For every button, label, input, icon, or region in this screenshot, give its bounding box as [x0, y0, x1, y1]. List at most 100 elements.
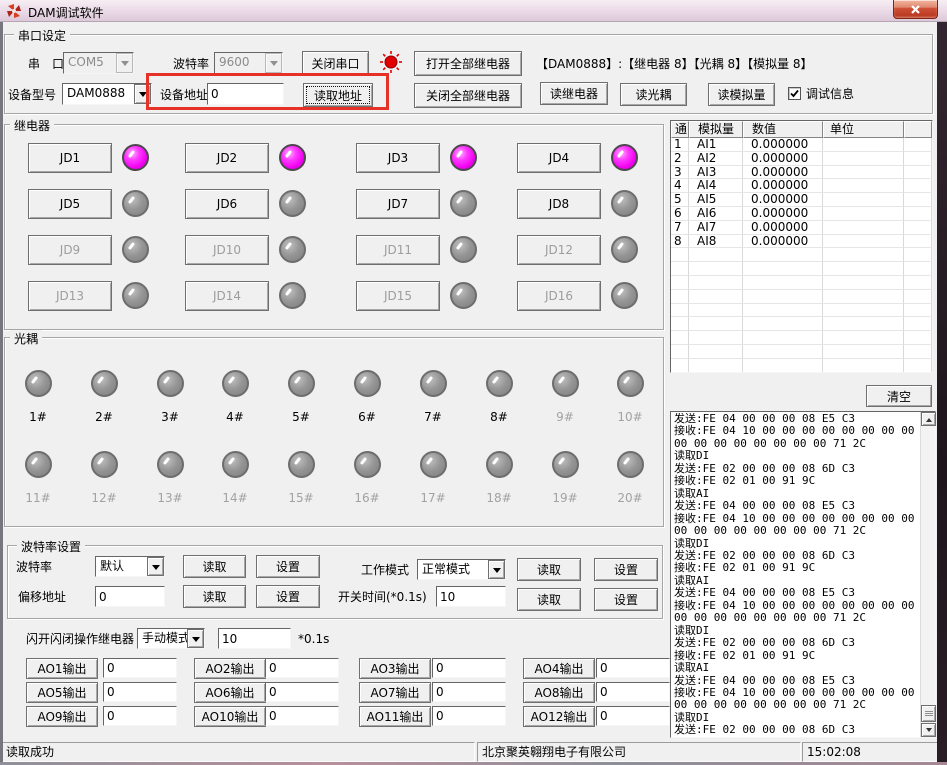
ao-output-button-6[interactable]: AO6输出 — [194, 682, 266, 703]
ao-output-input-4[interactable] — [596, 658, 670, 678]
open-all-relays-button[interactable]: 打开全部继电器 — [414, 51, 522, 76]
opto-led-14 — [222, 451, 249, 478]
analog-table-row[interactable]: 7AI70.000000 — [671, 221, 932, 235]
read-relays-button[interactable]: 读继电器 — [540, 82, 608, 105]
relay-button-jd2[interactable]: JD2 — [185, 143, 269, 173]
ao-output-button-7[interactable]: AO7输出 — [359, 682, 431, 703]
analog-table-row[interactable]: 8AI80.000000 — [671, 235, 932, 249]
device-model-select[interactable]: DAM0888 — [62, 83, 152, 105]
baud-set-select[interactable]: 默认 — [95, 556, 165, 577]
workmode-select[interactable]: 正常模式 — [417, 559, 506, 580]
ao-output-input-9[interactable] — [103, 706, 177, 726]
analog-table-row[interactable]: 5AI50.000000 — [671, 193, 932, 207]
ao-output-input-6[interactable] — [265, 682, 339, 702]
baud-set-button[interactable]: 设置 — [256, 555, 320, 578]
opto-led-18 — [486, 451, 513, 478]
scroll-thumb[interactable] — [921, 705, 936, 722]
log-scrollbar[interactable] — [920, 412, 935, 737]
analog-table-cell — [689, 248, 743, 262]
ao-output-button-11[interactable]: AO11输出 — [359, 706, 431, 727]
ao-output-button-4[interactable]: AO4输出 — [523, 658, 595, 679]
analog-table-empty-row — [671, 276, 932, 290]
ao-output-button-10[interactable]: AO10输出 — [194, 706, 266, 727]
workmode-label: 工作模式 — [361, 563, 409, 577]
relay-button-jd7[interactable]: JD7 — [356, 189, 440, 219]
ao-output-input-10[interactable] — [265, 706, 339, 726]
analog-table-cell — [689, 290, 743, 304]
ao-output-input-3[interactable] — [432, 658, 506, 678]
relay-button-jd15: JD15 — [356, 281, 440, 311]
flash-time-input[interactable] — [218, 628, 291, 649]
analog-table-cell — [823, 345, 904, 359]
analog-table-cell — [904, 248, 932, 262]
workmode-set-button[interactable]: 设置 — [594, 558, 658, 581]
relay-button-jd5[interactable]: JD5 — [28, 189, 112, 219]
clear-log-button[interactable]: 清空 — [866, 385, 932, 407]
opto-channel-label: 5# — [279, 410, 323, 424]
analog-table-row[interactable]: 1AI10.000000 — [671, 138, 932, 152]
analog-table-row[interactable]: 6AI60.000000 — [671, 207, 932, 221]
offset-address-input[interactable] — [95, 586, 165, 607]
flash-mode-select[interactable]: 手动模式 — [137, 628, 205, 649]
ao-output-button-1[interactable]: AO1输出 — [26, 658, 98, 679]
switch-time-set-button[interactable]: 设置 — [594, 588, 658, 611]
analog-table-row[interactable]: 3AI30.000000 — [671, 166, 932, 180]
ao-output-input-12[interactable] — [596, 706, 670, 726]
close-serial-button[interactable]: 关闭串口 — [302, 51, 369, 76]
ao-output-button-3[interactable]: AO3输出 — [359, 658, 431, 679]
ao-output-input-11[interactable] — [432, 706, 506, 726]
baud-read-button[interactable]: 读取 — [183, 555, 246, 578]
ao-output-input-1[interactable] — [103, 658, 177, 678]
relay-button-jd8[interactable]: JD8 — [517, 189, 601, 219]
analog-table-cell — [671, 248, 689, 262]
opto-channel-label: 19# — [543, 491, 587, 505]
scroll-up-button[interactable] — [921, 412, 936, 426]
ao-output-button-9[interactable]: AO9输出 — [26, 706, 98, 727]
analog-table-cell — [689, 262, 743, 276]
analog-table-row[interactable]: 2AI20.000000 — [671, 152, 932, 166]
scroll-down-button[interactable] — [921, 723, 936, 737]
analog-table-row[interactable]: 4AI40.000000 — [671, 179, 932, 193]
analog-table-empty-row — [671, 290, 932, 304]
opto-led-1 — [25, 370, 52, 397]
ao-output-button-2[interactable]: AO2输出 — [194, 658, 266, 679]
analog-table-cell — [904, 235, 932, 249]
offset-read-button[interactable]: 读取 — [183, 585, 246, 608]
relay-button-jd1[interactable]: JD1 — [28, 143, 112, 173]
relay-led-jd4 — [611, 144, 638, 171]
opto-channel-label: 8# — [477, 410, 521, 424]
analog-table-cell — [904, 317, 932, 331]
close-all-relays-button[interactable]: 关闭全部继电器 — [414, 83, 522, 108]
serial-log[interactable]: 发送:FE 04 00 00 00 08 E5 C3 接收:FE 04 10 0… — [674, 413, 920, 736]
read-analog-button[interactable]: 读模拟量 — [708, 83, 775, 106]
relay-button-jd4[interactable]: JD4 — [517, 143, 601, 173]
analog-table-cell — [671, 359, 689, 373]
ao-output-input-7[interactable] — [432, 682, 506, 702]
opto-led-20 — [617, 451, 644, 478]
analog-table-cell: 0.000000 — [743, 193, 823, 207]
relay-button-jd13: JD13 — [28, 281, 112, 311]
debug-info-checkbox[interactable] — [788, 87, 801, 100]
ao-output-input-8[interactable] — [596, 682, 670, 702]
read-address-button[interactable]: 读取地址 — [303, 83, 373, 107]
ao-output-button-12[interactable]: AO12输出 — [523, 706, 595, 727]
ao-output-input-2[interactable] — [265, 658, 339, 678]
relay-button-jd14: JD14 — [185, 281, 269, 311]
ao-output-button-8[interactable]: AO8输出 — [523, 682, 595, 703]
analog-table-cell — [904, 193, 932, 207]
ao-output-input-5[interactable] — [103, 682, 177, 702]
device-address-input[interactable] — [207, 83, 284, 105]
relay-button-jd3[interactable]: JD3 — [356, 143, 440, 173]
analog-table-cell: AI8 — [689, 235, 743, 249]
device-address-label: 设备地址 — [160, 88, 208, 102]
switch-time-input[interactable] — [436, 586, 506, 607]
workmode-read-button[interactable]: 读取 — [517, 558, 581, 581]
relay-button-jd6[interactable]: JD6 — [185, 189, 269, 219]
relay-button-jd16: JD16 — [517, 281, 601, 311]
analog-table-cell — [904, 221, 932, 235]
read-opto-button[interactable]: 读光耦 — [620, 83, 687, 106]
ao-output-button-5[interactable]: AO5输出 — [26, 682, 98, 703]
close-button[interactable] — [893, 0, 938, 19]
switch-time-read-button[interactable]: 读取 — [517, 588, 581, 611]
offset-set-button[interactable]: 设置 — [256, 585, 320, 608]
